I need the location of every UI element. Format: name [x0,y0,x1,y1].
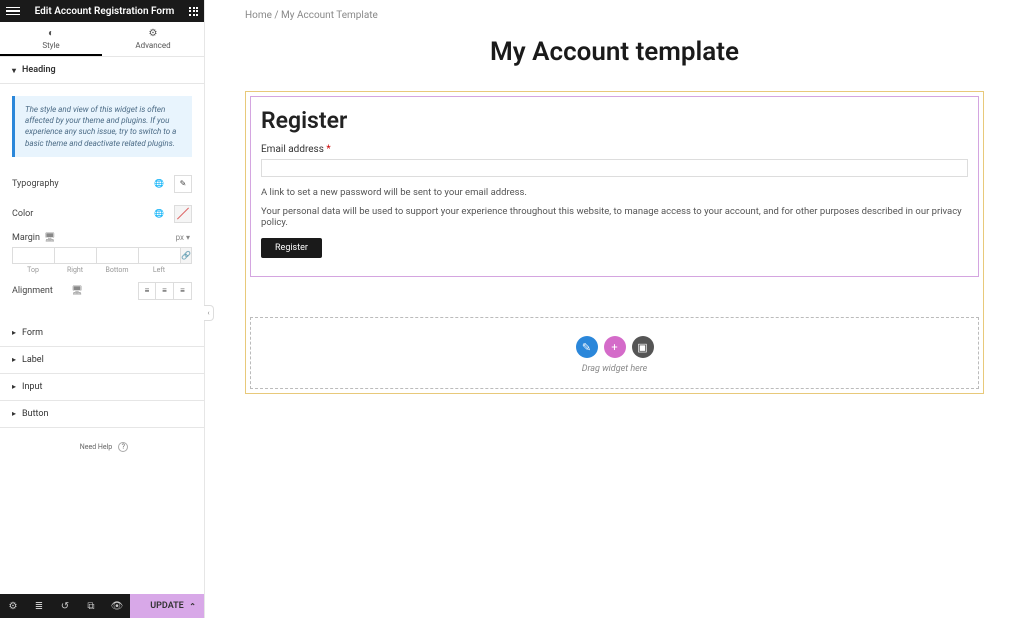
sidebar-header: Edit Account Registration Form [0,0,204,22]
margin-top-input[interactable] [12,247,54,264]
control-color: Color 🌐 [0,199,204,229]
register-button[interactable]: Register [261,238,322,258]
navigator-icon[interactable]: ≣ [26,594,52,618]
section-input-label: Input [22,382,42,392]
control-typography: Typography 🌐 ✎ [0,169,204,199]
register-widget[interactable]: Register Email address * A link to set a… [250,96,979,277]
pencil-icon[interactable]: ✎ [174,175,192,193]
margin-left-input[interactable] [138,247,180,264]
unit-chevron-icon[interactable]: ▾ [186,233,190,242]
typography-label: Typography [12,179,144,189]
margin-unit[interactable]: px [176,233,184,242]
caret-right-icon [12,328,16,337]
preview-icon[interactable]: 👁 [104,594,130,618]
add-template-icon[interactable]: ▣ [632,336,654,358]
tab-advanced-label: Advanced [135,41,170,50]
margin-left-label: Left [138,266,180,274]
section-heading-label: Heading [22,65,56,75]
tab-advanced[interactable]: ⚙ Advanced [102,22,204,56]
caret-down-icon [12,66,16,75]
editor-canvas: Home / My Account Template My Account te… [205,0,1024,618]
responsive-icon[interactable]: ⧉ [78,594,104,618]
color-swatch-icon[interactable] [174,205,192,223]
color-label: Color [12,209,144,219]
update-button[interactable]: UPDATE ⌃ [130,594,204,618]
tab-style-label: Style [42,41,59,50]
caret-right-icon [12,382,16,391]
panel-body: Heading The style and view of this widge… [0,57,204,594]
register-heading: Register [261,107,968,134]
align-right-icon[interactable]: ≡ [174,282,192,300]
settings-icon[interactable]: ⚙ [0,594,26,618]
margin-bottom-input[interactable] [96,247,138,264]
need-help-label: Need Help [80,443,112,451]
info-notice: The style and view of this widget is oft… [12,96,192,157]
add-section-icon[interactable]: ✎ [576,336,598,358]
caret-right-icon [12,355,16,364]
hamburger-icon[interactable] [6,7,20,16]
gear-icon: ⚙ [102,28,204,39]
section-label-label: Label [22,355,44,365]
section-label[interactable]: Label [0,347,204,374]
widget-dropzone[interactable]: ✎ + ▣ Drag widget here [250,317,979,389]
breadcrumb-sep: / [272,10,281,21]
add-widget-icon[interactable]: + [604,336,626,358]
update-label: UPDATE [150,601,184,611]
required-mark: * [326,144,330,155]
chevron-up-icon: ⌃ [189,602,196,611]
desktop-icon[interactable]: 🖥 [71,286,82,296]
breadcrumb: Home / My Account Template [245,10,984,21]
align-center-icon[interactable]: ≡ [156,282,174,300]
privacy-text: Your personal data will be used to suppo… [261,206,968,228]
margin-label: Margin [12,233,40,243]
section-form-label: Form [22,328,43,338]
breadcrumb-current: My Account Template [281,10,378,21]
margin-right-input[interactable] [54,247,96,264]
sidebar-footer: ⚙ ≣ ↺ ⧉ 👁 UPDATE ⌃ [0,594,204,618]
section-button-label: Button [22,409,48,419]
breadcrumb-home[interactable]: Home [245,10,272,21]
globe-icon[interactable]: 🌐 [150,175,168,193]
section-input[interactable]: Input [0,374,204,401]
margin-bottom-label: Bottom [96,266,138,274]
section-form[interactable]: Form [0,320,204,347]
help-icon: ? [118,442,128,452]
tab-style[interactable]: ◐ Style [0,22,102,56]
globe-icon[interactable]: 🌐 [150,205,168,223]
caret-right-icon [12,409,16,418]
need-help[interactable]: Need Help ? [0,442,204,452]
control-alignment: Alignment 🖥 ≡ ≡ ≡ [0,276,204,306]
email-field[interactable] [261,159,968,177]
link-values-icon[interactable]: 🔗 [180,247,192,264]
sidebar-title: Edit Account Registration Form [20,6,189,17]
section-heading[interactable]: Heading [0,57,204,84]
editor-sidebar: Edit Account Registration Form ◐ Style ⚙… [0,0,205,618]
desktop-icon[interactable]: 🖥 [44,233,55,243]
control-margin: Margin 🖥 px ▾ 🔗 Top Right Bottom [0,229,204,276]
style-icon: ◐ [0,28,102,39]
dropzone-text: Drag widget here [251,364,978,374]
apps-grid-icon[interactable] [189,7,198,16]
margin-right-label: Right [54,266,96,274]
history-icon[interactable]: ↺ [52,594,78,618]
page-title: My Account template [245,37,984,67]
password-hint: A link to set a new password will be sen… [261,187,968,198]
section-container[interactable]: Register Email address * A link to set a… [245,91,984,394]
alignment-label: Alignment [12,286,67,296]
section-button[interactable]: Button [0,401,204,428]
align-left-icon[interactable]: ≡ [138,282,156,300]
panel-tabs: ◐ Style ⚙ Advanced [0,22,204,57]
email-label: Email address * [261,144,968,155]
margin-top-label: Top [12,266,54,274]
